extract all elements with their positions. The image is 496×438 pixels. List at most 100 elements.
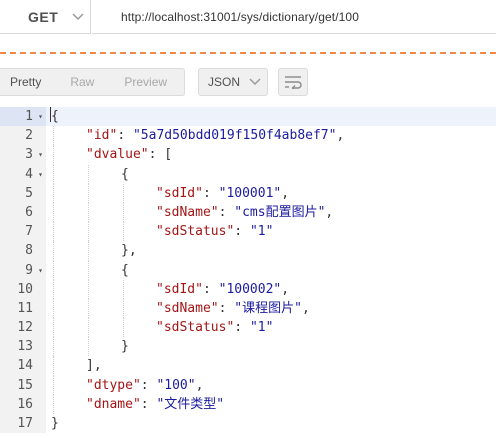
json-punctuation: : [140,377,157,393]
json-key: "dvalue" [86,147,149,163]
line-gutter: 4 ▾ [0,164,46,184]
view-preview-button[interactable]: Preview [124,69,167,95]
response-body[interactable]: 1 ▾{2 "id": "5a7d50bdd019f150f4ab8ef7", 3 ▾ "… [0,107,496,434]
line-number: 11 [17,300,33,316]
code-content: "dname": "文件类型" [86,395,224,414]
url-input[interactable]: http://localhost:31001/sys/dictionary/ge… [92,0,496,34]
chevron-down-icon [72,12,84,20]
line-gutter: 8 [0,241,46,261]
code-content: { [50,107,59,126]
json-punctuation: ], [86,358,102,374]
json-value: "1" [249,320,274,336]
line-gutter: 10 [0,279,46,299]
indent-guide [53,164,54,184]
line-number: 16 [17,396,33,412]
indent-guide [53,202,54,223]
code-line: 8}, [0,241,496,261]
response-toolbar: Pretty Raw Preview JSON [0,68,496,97]
json-punctuation: { [121,262,129,278]
indent-guide [53,337,54,357]
json-punctuation: }, [121,243,137,259]
wrap-lines-icon [285,76,302,89]
json-key: "id" [86,128,118,144]
chevron-down-icon [249,78,261,86]
json-punctuation: : [202,281,219,297]
indent-guide [88,222,89,242]
wrap-lines-button[interactable] [278,68,308,96]
json-key: "dtype" [86,377,141,393]
indent-guide [53,394,54,414]
code-line: 1 ▾{ [0,107,496,127]
line-number: 12 [17,320,33,336]
code-content: "sdName": "课程图片", [156,299,310,318]
code-content: "id": "5a7d50bdd019f150f4ab8ef7", [86,126,344,145]
code-line: 12 "sdStatus": "1" [0,318,496,338]
json-key: "sdName" [156,204,219,220]
line-number: 8 [25,243,33,259]
code-line: 16 "dname": "文件类型" [0,394,496,414]
line-gutter: 15 [0,375,46,395]
line-gutter: 7 [0,222,46,242]
line-gutter: 16 [0,394,46,414]
json-key: "sdId" [156,281,203,297]
code-line: 13} [0,337,496,357]
code-content: { [121,165,129,184]
indent-guide [88,183,89,203]
json-key: "sdStatus" [156,224,235,240]
view-mode-group: Pretty Raw Preview [0,68,185,96]
line-gutter: 13 [0,337,46,357]
json-punctuation: : [117,128,133,144]
line-number: 7 [25,224,33,240]
json-punctuation: , [301,300,310,316]
code-content: { [121,261,129,280]
line-gutter: 6 [0,202,46,223]
indent-guide [88,318,89,338]
indent-guide [53,298,54,319]
method-label: GET [28,8,59,25]
indent-guide [53,222,54,242]
indent-guide [53,356,54,376]
code-content: "sdId": "100001", [156,184,289,203]
indent-guide [88,260,89,280]
fold-toggle-icon[interactable]: ▾ [38,165,43,184]
code-line: 10 "sdId": "100002", [0,279,496,299]
indent-guide [88,241,89,261]
json-key: "sdId" [156,185,203,201]
indent-guide [123,202,124,223]
format-select[interactable]: JSON [198,68,268,96]
line-number: 14 [17,358,33,374]
json-punctuation: : [ [148,147,173,163]
fold-toggle-icon[interactable]: ▾ [38,107,43,126]
line-gutter: 2 [0,126,46,146]
json-punctuation: , [195,377,204,393]
indent-guide [53,279,54,299]
line-number: 9 [25,262,33,278]
code-line: 2 "id": "5a7d50bdd019f150f4ab8ef7", [0,126,496,146]
method-select[interactable]: GET [0,0,91,34]
json-value: "课程图片" [234,300,302,316]
json-punctuation: : [218,204,235,220]
json-punctuation: , [336,128,345,144]
indent-guide [53,241,54,261]
indent-guide [88,279,89,299]
line-gutter: 11 [0,298,46,319]
indent-guide [88,202,89,223]
code-content: } [51,414,59,433]
indent-guide [88,337,89,357]
view-pretty-button[interactable]: Pretty [10,69,41,95]
indent-guide [53,183,54,203]
indent-guide [53,126,54,146]
code-line: 17} [0,414,496,434]
json-punctuation: , [281,185,290,201]
view-raw-button[interactable]: Raw [70,69,94,95]
json-value: "100" [156,377,196,393]
json-punctuation: , [281,281,290,297]
code-content: "sdName": "cms配置图片", [156,203,333,222]
fold-toggle-icon[interactable]: ▾ [38,261,43,280]
code-line: 14], [0,356,496,376]
code-content: "dtype": "100", [86,376,203,395]
code-content: "dvalue": [ [86,145,172,164]
fold-toggle-icon[interactable]: ▾ [38,145,43,164]
json-value: "5a7d50bdd019f150f4ab8ef7" [132,128,337,144]
line-number: 2 [25,128,33,144]
